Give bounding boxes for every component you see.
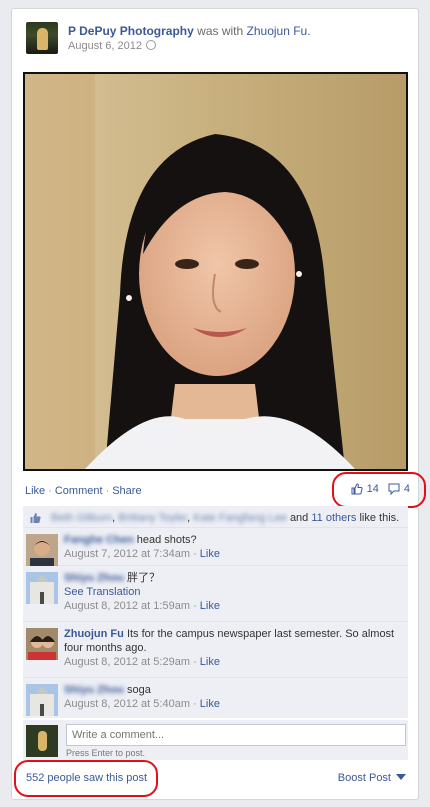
boost-post-button[interactable]: Boost Post <box>338 772 406 784</box>
highlight-circle-reach <box>14 760 158 797</box>
comment-text: 胖了？ <box>126 572 160 584</box>
commenter-name[interactable]: Fanghe Chen <box>64 534 134 546</box>
comment-date[interactable]: August 7, 2012 at 7:34am <box>64 548 190 560</box>
comment-input[interactable] <box>66 724 406 746</box>
comment-date[interactable]: August 8, 2012 at 1:59am <box>64 600 190 612</box>
comment-button[interactable]: Comment <box>55 485 103 497</box>
likes-and: and <box>289 512 309 524</box>
commenter-avatar[interactable] <box>26 628 58 660</box>
commenter-avatar[interactable] <box>26 572 58 604</box>
comment-item: Zhuojun Fu Its for the campus newspaper … <box>23 622 408 678</box>
comment-text: soga <box>126 684 151 696</box>
likes-summary: Beth Gilburn, Brittany Toyler, Kate Fang… <box>23 506 408 528</box>
my-avatar <box>26 725 58 757</box>
comment-like-link[interactable]: Like <box>200 600 220 612</box>
comment-item: Fanghe Chen head shots? August 7, 2012 a… <box>23 528 408 566</box>
post-actions: Like · Comment · Share <box>25 485 142 497</box>
post-photo[interactable] <box>23 72 408 471</box>
likes-suffix: like this. <box>359 512 400 524</box>
commenter-avatar[interactable] <box>26 684 58 716</box>
separator: · <box>48 485 52 497</box>
comment-text: head shots? <box>136 534 197 546</box>
chevron-down-icon <box>396 774 406 780</box>
comment-date[interactable]: August 8, 2012 at 5:40am <box>64 698 190 710</box>
enter-hint: Press Enter to post. <box>66 748 146 758</box>
globe-icon <box>146 40 157 50</box>
liker-name[interactable]: Brittany Toyler <box>118 512 187 524</box>
comment-like-link[interactable]: Like <box>200 698 220 710</box>
write-comment-box: Press Enter to post. <box>23 720 408 760</box>
comments-feed: Beth Gilburn, Brittany Toyler, Kate Fang… <box>23 506 408 718</box>
comment-like-link[interactable]: Like <box>200 548 220 560</box>
commenter-name[interactable]: Shiyu Zhou <box>64 572 124 584</box>
with-text: was with <box>197 24 244 38</box>
liker-name[interactable]: Beth Gilburn <box>51 512 112 524</box>
thumbs-up-icon <box>30 513 41 523</box>
author-link[interactable]: P DePuy Photography <box>68 24 194 38</box>
comment-like-link[interactable]: Like <box>200 656 220 668</box>
post-date[interactable]: August 6, 2012 <box>68 40 142 52</box>
others-link[interactable]: 11 others <box>311 512 356 524</box>
tagged-link[interactable]: Zhuojun Fu. <box>247 24 311 38</box>
highlight-circle-reactions <box>332 472 426 508</box>
boost-label: Boost Post <box>337 772 391 784</box>
post-header: P DePuy Photography was with Zhuojun Fu. <box>68 24 311 38</box>
comment-date[interactable]: August 8, 2012 at 5:29am <box>64 656 190 668</box>
like-button[interactable]: Like <box>25 485 45 497</box>
commenter-avatar[interactable] <box>26 534 58 566</box>
comment-item: Shiyu Zhou soga August 8, 2012 at 5:40am… <box>23 678 408 718</box>
share-button[interactable]: Share <box>112 485 141 497</box>
comment-item: Shiyu Zhou 胖了？ See Translation August 8,… <box>23 566 408 622</box>
author-avatar[interactable] <box>26 22 58 54</box>
liker-name[interactable]: Kate Fangfang Lee <box>193 512 287 524</box>
commenter-name[interactable]: Shiyu Zhou <box>64 684 124 696</box>
post-date-row: August 6, 2012 <box>68 40 157 52</box>
see-translation-link[interactable]: See Translation <box>64 586 140 598</box>
separator: · <box>105 485 110 497</box>
commenter-name[interactable]: Zhuojun Fu <box>64 628 124 640</box>
